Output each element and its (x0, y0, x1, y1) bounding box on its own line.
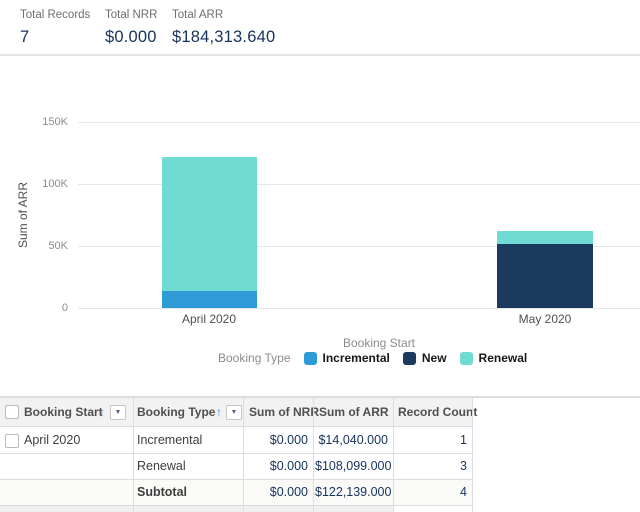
chevron-down-icon: ▼ (231, 409, 238, 416)
bar-may-2020 (497, 231, 593, 308)
column-header-record-count[interactable]: Record Count (398, 398, 477, 426)
bar-segment-renewal[interactable] (162, 157, 257, 291)
row-checkbox[interactable] (5, 434, 19, 448)
column-divider (313, 398, 314, 512)
divider (0, 54, 640, 56)
renewal-swatch-icon (460, 352, 473, 365)
bar-april-2020 (162, 157, 257, 308)
column-divider (393, 398, 394, 512)
stat-value: 7 (20, 28, 90, 47)
cell-record-count: 4 (395, 480, 467, 505)
stat-label: Total ARR (172, 9, 275, 21)
legend-item-label: New (422, 351, 447, 365)
y-axis-title: Sum of ARR (16, 182, 30, 248)
column-menu-button[interactable]: ▼ (226, 405, 242, 420)
table-row[interactable]: Subtotal $0.000 $122,139.000 4 (0, 480, 473, 506)
partial-next-row (0, 506, 393, 512)
legend-item-label: Renewal (479, 351, 528, 365)
table-row[interactable]: Renewal $0.000 $108,099.000 3 (0, 454, 473, 480)
new-swatch-icon (403, 352, 416, 365)
chart-legend: Booking Type Incremental New Renewal (218, 351, 540, 365)
table-header: Booking Start ↑ ▼ Booking Type ↑ ▼ Sum o… (0, 398, 473, 427)
cell-sum-of-arr: $122,139.000 (315, 480, 388, 505)
column-menu-button[interactable]: ▼ (110, 405, 126, 420)
cell-sum-of-nrr: $0.000 (245, 428, 308, 453)
stat-value: $184,313.640 (172, 28, 275, 47)
column-header-booking-start[interactable]: Booking Start (24, 398, 103, 426)
column-divider (133, 398, 134, 512)
cell-record-count: 3 (395, 454, 467, 479)
y-tick-label: 50K (0, 240, 68, 252)
cell-booking-type: Renewal (137, 454, 186, 479)
stat-total-nrr: Total NRR $0.000 (105, 9, 157, 47)
cell-sum-of-arr: $108,099.000 (315, 454, 388, 479)
report-page: Total Records 7 Total NRR $0.000 Total A… (0, 0, 640, 512)
cell-booking-type: Incremental (137, 428, 202, 453)
column-header-booking-type[interactable]: Booking Type (137, 398, 215, 426)
select-all-checkbox[interactable] (5, 405, 19, 419)
cell-booking-type: Subtotal (137, 480, 187, 505)
sort-asc-icon: ↑ (216, 398, 222, 426)
stat-total-arr: Total ARR $184,313.640 (172, 9, 275, 47)
legend-item-renewal[interactable]: Renewal (460, 351, 528, 365)
axis-baseline (78, 308, 640, 309)
column-divider (243, 398, 244, 512)
column-divider (472, 398, 473, 512)
table-row[interactable]: April 2020 Incremental $0.000 $14,040.000 1 (0, 428, 473, 454)
cell-sum-of-arr: $14,040.000 (315, 428, 388, 453)
legend-item-new[interactable]: New (403, 351, 447, 365)
column-header-sum-of-nrr[interactable]: Sum of NRR (249, 398, 319, 426)
cell-record-count: 1 (395, 428, 467, 453)
legend-item-label: Incremental (323, 351, 390, 365)
x-axis-title: Booking Start (343, 336, 415, 350)
bar-segment-new[interactable] (497, 244, 593, 308)
cell-booking-start: April 2020 (24, 428, 80, 453)
y-tick-label: 0 (0, 302, 68, 314)
gridline (78, 122, 640, 123)
bar-segment-renewal[interactable] (497, 231, 593, 244)
y-tick-label: 100K (0, 178, 68, 190)
x-tick-label: May 2020 (519, 312, 572, 326)
cell-sum-of-nrr: $0.000 (245, 480, 308, 505)
column-header-sum-of-arr[interactable]: Sum of ARR (319, 398, 389, 426)
bar-segment-incremental[interactable] (162, 291, 257, 308)
stat-label: Total Records (20, 9, 90, 21)
stat-value: $0.000 (105, 28, 157, 47)
sort-asc-icon: ↑ (99, 398, 105, 426)
legend-items: Incremental New Renewal (304, 351, 541, 365)
stat-label: Total NRR (105, 9, 157, 21)
stat-total-records: Total Records 7 (20, 9, 90, 47)
x-tick-label: April 2020 (182, 312, 236, 326)
cell-sum-of-nrr: $0.000 (245, 454, 308, 479)
legend-item-incremental[interactable]: Incremental (304, 351, 390, 365)
y-tick-label: 150K (0, 116, 68, 128)
chevron-down-icon: ▼ (115, 409, 122, 416)
legend-title: Booking Type (218, 351, 291, 365)
incremental-swatch-icon (304, 352, 317, 365)
